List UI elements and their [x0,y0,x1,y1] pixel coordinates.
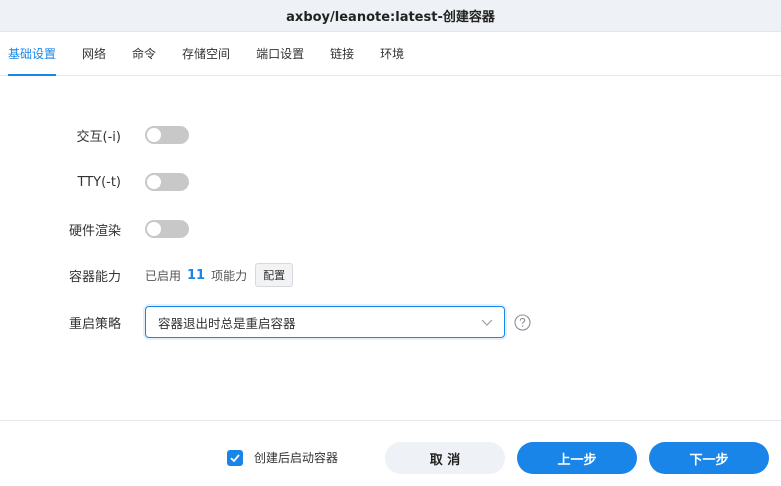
cancel-button[interactable]: 取 消 [385,442,505,474]
dialog-footer: 创建后启动容器 取 消 上一步 下一步 [0,420,781,486]
autostart-label: 创建后启动容器 [254,451,339,465]
tab-storage[interactable]: 存储空间 [182,45,230,75]
capabilities-count: 11 [187,267,206,283]
configure-capabilities-button[interactable]: 配置 [255,263,294,287]
restart-policy-row: 重启策略 容器退出时总是重启容器 [0,306,531,338]
toggle-knob [147,175,161,189]
checkmark-icon [227,449,243,466]
tab-links[interactable]: 链接 [330,45,354,75]
tab-command[interactable]: 命令 [132,45,156,75]
restart-policy-value: 容器退出时总是重启容器 [158,315,296,331]
tab-basic-settings[interactable]: 基础设置 [8,45,57,76]
restart-policy-select[interactable]: 容器退出时总是重启容器 [145,306,505,338]
tty-toggle[interactable] [145,173,189,191]
capabilities-row: 容器能力 已启用 11 项能力 配置 [0,260,294,290]
capabilities-suffix: 项能力 [211,268,248,283]
capabilities-label: 容器能力 [68,269,121,285]
capabilities-prefix: 已启用 [145,268,182,283]
hw-render-toggle[interactable] [145,220,189,238]
hw-render-label: 硬件渲染 [68,223,121,239]
previous-step-button[interactable]: 上一步 [517,442,637,474]
interactive-row: 交互(-i) [0,120,189,150]
help-icon[interactable] [514,313,531,331]
tab-ports[interactable]: 端口设置 [256,45,304,75]
autostart-checkbox[interactable]: 创建后启动容器 [227,449,338,466]
tty-label: TTY(-t) [77,174,121,190]
hw-render-row: 硬件渲染 [0,214,189,244]
next-step-button[interactable]: 下一步 [649,442,769,474]
tab-environment[interactable]: 环境 [380,45,404,75]
tty-row: TTY(-t) [0,167,189,197]
toggle-knob [147,222,161,236]
create-container-dialog: axboy/leanote:latest-创建容器 基础设置 网络 命令 存储空… [0,0,781,486]
tab-network[interactable]: 网络 [82,45,106,75]
interactive-label: 交互(-i) [76,129,121,145]
interactive-toggle[interactable] [145,126,189,144]
toggle-knob [147,128,161,142]
chevron-down-icon [481,319,493,326]
window-title: axboy/leanote:latest-创建容器 [0,0,781,32]
tab-bar: 基础设置 网络 命令 存储空间 端口设置 链接 环境 [0,32,781,76]
restart-policy-label: 重启策略 [68,316,121,332]
